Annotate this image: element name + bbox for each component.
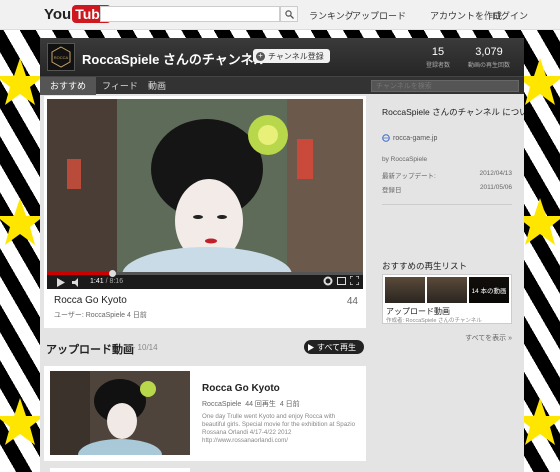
- about-row-joined: 登録日 2011/05/06: [382, 184, 512, 194]
- playlist-thumb: [427, 277, 467, 303]
- about-row-value: 2011/05/06: [479, 184, 512, 191]
- featured-video-box: 1:41 / 8:16 Rocca Go Kyoto 44 ユーザー: Rocc…: [44, 96, 366, 328]
- website-link-text: rocca-game.jp: [393, 134, 438, 142]
- channel-avatar[interactable]: ROCCA: [47, 43, 75, 71]
- playlist-thumb: [385, 277, 425, 303]
- list-item-next: [50, 468, 190, 472]
- playlist-count: 14 本の動画: [469, 277, 509, 303]
- fullscreen-icon[interactable]: [350, 276, 359, 285]
- channel-header: ROCCA RoccaSpiele さんのチャンネル + チャンネル登録 15 …: [40, 38, 524, 76]
- playlists-heading: おすすめの再生リスト: [382, 261, 468, 271]
- uploads-range: 1 - 10/14: [126, 343, 158, 352]
- volume-icon[interactable]: [72, 278, 82, 287]
- subscriber-count: 15 登録者数: [422, 46, 454, 69]
- about-row-label: 最新アップデート:: [382, 173, 436, 180]
- featured-video-title[interactable]: Rocca Go Kyoto: [54, 295, 127, 306]
- channel-title: RoccaSpiele さんのチャンネル: [82, 52, 267, 67]
- tab-featured[interactable]: おすすめ: [40, 77, 97, 95]
- view-count-value: 3,079: [475, 46, 503, 58]
- item-channel[interactable]: RoccaSpiele: [202, 401, 241, 408]
- play-all-button[interactable]: すべて再生: [303, 340, 364, 354]
- item-meta: RoccaSpiele 44 回再生 4 日前: [202, 399, 300, 409]
- progress-bar[interactable]: [47, 270, 363, 277]
- thumbnail-image: [50, 371, 190, 455]
- item-views: 44 回再生: [245, 401, 276, 408]
- item-description: One day Trulle went Kyoto and enjoy Rocc…: [202, 413, 356, 444]
- play-icon: [307, 343, 314, 351]
- about-heading: RoccaSpiele さんのチャンネル について: [382, 107, 524, 117]
- divider: [382, 204, 512, 205]
- video-frame: [47, 99, 363, 289]
- subscribe-label: チャンネル登録: [268, 51, 324, 61]
- gear-icon[interactable]: [323, 276, 333, 286]
- subscriber-count-label: 登録者数: [425, 63, 450, 69]
- item-title[interactable]: Rocca Go Kyoto: [202, 383, 280, 394]
- side-panel: RoccaSpiele さんのチャンネル について rocca-game.jp …: [370, 96, 524, 472]
- featured-video-meta: ユーザー: RoccaSpiele 4 日前: [54, 312, 147, 319]
- channel-nav: おすすめ フィード 動画: [40, 76, 524, 95]
- upload-link[interactable]: アップロード: [352, 9, 406, 22]
- progress-fill: [47, 272, 112, 275]
- video-thumbnail[interactable]: [50, 371, 190, 455]
- tab-videos[interactable]: 動画: [138, 77, 176, 95]
- logo-you: You: [44, 5, 72, 23]
- channel-search-input[interactable]: [371, 80, 519, 92]
- subscribe-button[interactable]: + チャンネル登録: [253, 49, 330, 63]
- progress-knob[interactable]: [108, 270, 116, 277]
- subscriber-count-value: 15: [431, 46, 445, 58]
- list-item[interactable]: Rocca Go Kyoto RoccaSpiele 44 回再生 4 日前 O…: [44, 366, 366, 461]
- uploads-header: アップロード動画 1 - 10/14 すべて再生: [44, 336, 366, 358]
- featured-video-views: 44: [346, 296, 358, 307]
- about-row-value: 2012/04/13: [479, 170, 512, 177]
- view-count-label: 動画の再生回数: [467, 63, 510, 69]
- video-player[interactable]: [47, 99, 363, 289]
- popout-icon[interactable]: [337, 277, 346, 285]
- time-display: 1:41 / 8:16: [90, 278, 124, 285]
- see-all-link[interactable]: すべてを表示 »: [465, 333, 512, 343]
- play-all-label: すべて再生: [316, 342, 356, 352]
- time-current: 1:41: [90, 278, 104, 285]
- play-icon[interactable]: [57, 278, 65, 287]
- search-icon: [284, 9, 294, 19]
- about-row-updated: 最新アップデート: 2012/04/13: [382, 170, 512, 180]
- uploads-title: アップロード動画: [46, 344, 134, 356]
- playlist-card[interactable]: 14 本の動画 アップロード動画 作成者: RoccaSpiele さんのチャン…: [382, 274, 512, 324]
- view-count: 3,079 動画の再生回数: [464, 46, 514, 69]
- link-icon: [382, 134, 390, 142]
- playlist-subtitle: 作成者: RoccaSpiele さんのチャンネル: [386, 318, 482, 324]
- login-link[interactable]: ログイン: [492, 9, 528, 22]
- website-link[interactable]: rocca-game.jp: [382, 134, 437, 142]
- main-panel: 1:41 / 8:16 Rocca Go Kyoto 44 ユーザー: Rocc…: [44, 96, 366, 472]
- search-button[interactable]: [280, 6, 298, 22]
- rocca-logo-icon: ROCCA: [51, 46, 71, 68]
- search-input[interactable]: [100, 6, 280, 22]
- about-by: by RoccaSpiele: [382, 156, 428, 163]
- channel-page: ROCCA RoccaSpiele さんのチャンネル + チャンネル登録 15 …: [40, 38, 524, 472]
- about-row-label: 登録日: [382, 187, 402, 194]
- youtube-topbar: You Tube ランキング | アップロード アカウントを作成 | ログイン: [0, 0, 560, 30]
- item-age: 4 日前: [279, 401, 300, 408]
- time-total: 8:16: [109, 278, 124, 285]
- player-controls: 1:41 / 8:16: [47, 270, 363, 289]
- svg-text:ROCCA: ROCCA: [54, 55, 69, 60]
- plus-icon: +: [256, 51, 265, 61]
